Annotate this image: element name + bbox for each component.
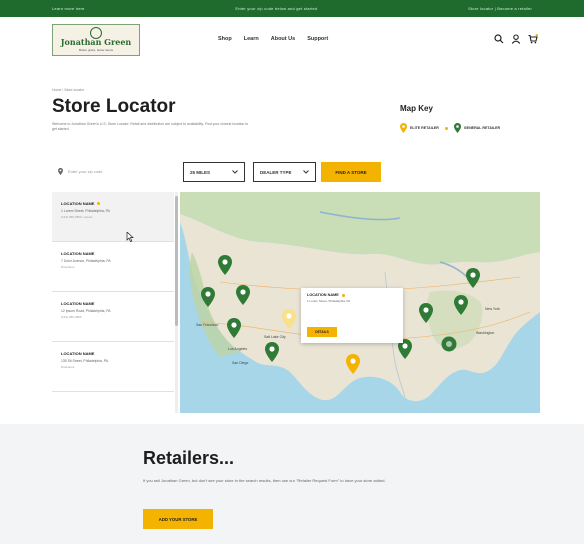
retailers-description: If you sell Jonathan Green, but don't se…	[143, 478, 386, 483]
brand-logo[interactable]: Jonathan Green Better grass, better lawn…	[52, 24, 140, 56]
location-extra: Directions	[61, 265, 75, 269]
location-name-row: LOCATION NAME	[61, 301, 168, 306]
location-name: LOCATION NAME	[61, 201, 95, 206]
list-item[interactable]: LOCATION NAME 7 Dolor Avenue, Philadelph…	[52, 242, 174, 292]
map-label-ny: New York	[485, 307, 500, 311]
map-label-dc: Washington	[476, 331, 494, 335]
general-retailer-pin[interactable]	[236, 285, 250, 305]
location-address: 135 Sit Street, Philadelphia, PA	[61, 359, 109, 363]
map-key: ELITE RETAILER GENERAL RETAILER	[400, 123, 500, 133]
map-label-slc: Salt Lake City	[264, 335, 286, 339]
elite-retailer-label: ELITE RETAILER	[410, 126, 439, 130]
chevron-down-icon	[232, 170, 238, 174]
location-extra: (123) 456-7890	[61, 315, 82, 319]
location-name-row: LOCATION NAME	[61, 251, 168, 256]
header-icons	[494, 34, 538, 44]
location-address: 12 Ipsum Road, Philadelphia, PA	[61, 309, 111, 313]
general-retailer-label: GENERAL RETAILER	[463, 126, 501, 130]
map-key-title: Map Key	[400, 104, 433, 113]
retailers-section: Retailers... If you sell Jonathan Green,…	[0, 424, 584, 544]
location-name: LOCATION NAME	[61, 251, 95, 256]
nav-item-learn[interactable]: Learn	[244, 36, 259, 42]
elite-badge-icon	[341, 293, 345, 297]
elite-retailer-pin-selected[interactable]	[282, 309, 296, 329]
add-store-label: ADD YOUR STORE	[158, 516, 198, 522]
map-label-la: Los Angeles	[228, 347, 247, 351]
list-item[interactable]: LOCATION NAME 135 Sit Street, Philadelph…	[52, 342, 174, 392]
mouse-cursor-icon	[126, 232, 134, 242]
search-icon[interactable]	[494, 34, 504, 44]
announcement-bar: Learn more here Enter your zip code belo…	[0, 0, 584, 17]
list-item[interactable]: LOCATION NAME 1 Lorem Street, Philadelph…	[52, 192, 174, 242]
location-pin-icon	[58, 168, 63, 175]
general-retailer-pin[interactable]	[454, 295, 468, 315]
add-store-button[interactable]: ADD YOUR STORE	[143, 509, 213, 529]
general-retailer-pin[interactable]	[466, 268, 480, 288]
map-label-sd: San Diego	[232, 361, 248, 365]
popup-address: 1 Lorem Street, Philadelphia, PA	[307, 299, 351, 303]
location-list[interactable]: LOCATION NAME 1 Lorem Street, Philadelph…	[52, 192, 174, 413]
location-name: LOCATION NAME	[61, 301, 95, 306]
account-icon[interactable]	[511, 34, 521, 44]
logo-emblem-icon	[90, 27, 102, 39]
location-address: 1 Lorem Street, Philadelphia, PA	[61, 209, 110, 213]
general-retailer-pin[interactable]	[265, 342, 279, 362]
retailers-title: Retailers...	[143, 448, 235, 468]
popup-location-name: LOCATION NAME	[307, 293, 339, 297]
general-pin-icon	[453, 123, 461, 133]
zip-placeholder: Enter your zip code	[68, 169, 103, 174]
location-address: 7 Dolor Avenue, Philadelphia, PA	[61, 259, 111, 263]
nav-item-support[interactable]: Support	[307, 36, 328, 42]
distance-select[interactable]: 25 MILES	[183, 162, 245, 182]
nav-item-shop[interactable]: Shop	[218, 36, 232, 42]
chevron-down-icon	[303, 170, 309, 174]
topbar-center-text: Enter your zip code below and get starte…	[235, 6, 318, 11]
general-retailer-pin[interactable]	[218, 255, 232, 275]
topbar-left-link[interactable]: Learn more here	[52, 6, 85, 11]
elite-pin-icon	[400, 123, 407, 133]
nav-item-about[interactable]: About Us	[271, 36, 295, 42]
find-store-label: FIND A STORE	[335, 169, 367, 175]
popup-details-button[interactable]: DETAILS	[307, 327, 337, 337]
location-popup: LOCATION NAME 1 Lorem Street, Philadelph…	[301, 288, 403, 343]
location-name-row: LOCATION NAME	[61, 351, 168, 356]
location-extra: (123) 456-7890 • Hours	[61, 215, 93, 219]
general-retailer-pin[interactable]	[201, 287, 215, 307]
logo-tagline: Better grass, better lawns	[78, 48, 113, 52]
page-title: Store Locator	[52, 96, 176, 117]
map-cluster-marker[interactable]	[441, 336, 457, 352]
elite-retailer-pin[interactable]	[346, 354, 360, 374]
zip-search-field[interactable]: Enter your zip code	[58, 168, 102, 175]
list-scrollbar-thumb[interactable]	[175, 196, 178, 326]
map-label-sf: San Francisco	[196, 323, 218, 327]
location-name-row: LOCATION NAME	[61, 201, 168, 206]
find-store-button[interactable]: FIND A STORE	[321, 162, 381, 182]
breadcrumb[interactable]: Home / Store locator	[52, 88, 84, 92]
page-description: Welcome to Jonathan Green's U.S. Store L…	[52, 122, 249, 131]
site-header: Jonathan Green Better grass, better lawn…	[0, 17, 584, 65]
elite-badge-icon	[97, 202, 101, 205]
location-extra: Directions	[61, 365, 75, 369]
distance-value: 25 MILES	[190, 169, 211, 175]
general-retailer-pin[interactable]	[419, 303, 433, 323]
general-retailer-pin[interactable]	[227, 318, 241, 338]
location-name: LOCATION NAME	[61, 351, 95, 356]
topbar-right-links[interactable]: Store locator | Become a retailer	[468, 6, 532, 11]
list-item[interactable]: LOCATION NAME 12 Ipsum Road, Philadelphi…	[52, 292, 174, 342]
popup-name-row: LOCATION NAME	[307, 293, 397, 297]
popup-details-label: DETAILS	[315, 330, 329, 334]
dealer-type-value: DEALER TYPE	[260, 169, 292, 175]
main-nav: Shop Learn About Us Support	[218, 36, 328, 42]
separator-dot	[444, 126, 448, 130]
dealer-type-select[interactable]: DEALER TYPE	[253, 162, 316, 182]
cart-icon[interactable]	[528, 34, 538, 44]
